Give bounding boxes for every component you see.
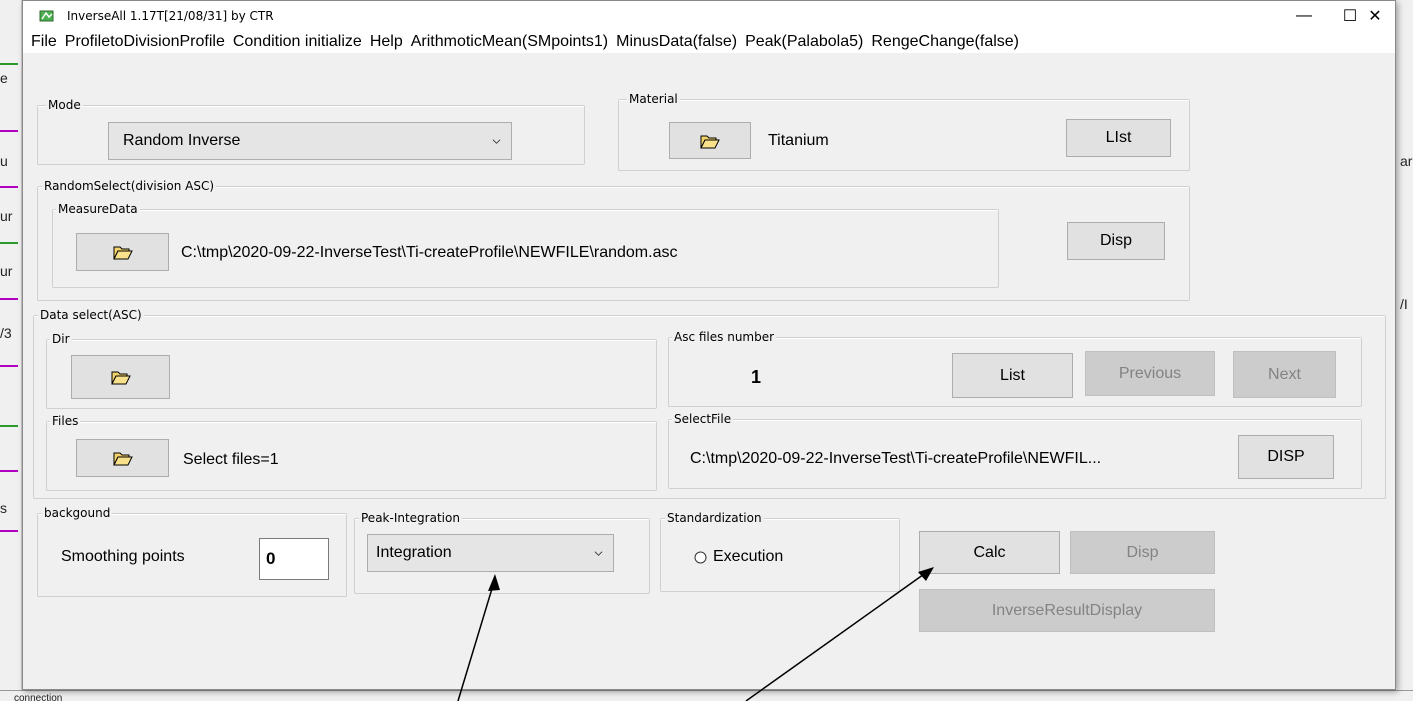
disp-label: Disp	[1126, 543, 1159, 561]
material-list-button[interactable]: LIst	[1066, 119, 1171, 157]
measure-data-legend: MeasureData	[56, 202, 140, 216]
execution-radio[interactable]: Execution	[694, 548, 783, 566]
material-open-button[interactable]	[669, 122, 751, 159]
measure-data-path: C:\tmp\2020-09-22-InverseTest\Ti-createP…	[181, 244, 678, 261]
paint-icon	[39, 10, 54, 22]
background-text: connection	[14, 693, 63, 704]
chevron-down-icon	[594, 551, 603, 556]
background-text: ur	[0, 263, 13, 279]
menu-item-range-change[interactable]: RengeChange(false)	[867, 33, 1023, 51]
files-legend: Files	[50, 414, 81, 428]
folder-open-icon	[112, 452, 133, 466]
mode-legend: Mode	[46, 98, 83, 112]
background-line	[0, 242, 18, 244]
disp-button[interactable]: Disp	[1070, 531, 1215, 574]
peak-integration-value: Integration	[376, 544, 452, 561]
asc-files-legend: Asc files number	[672, 330, 777, 344]
background-line	[0, 470, 18, 472]
background-text: ur	[0, 208, 13, 224]
mode-select[interactable]: Random Inverse	[108, 122, 512, 160]
calc-button[interactable]: Calc	[919, 531, 1060, 574]
smoothing-points-label: Smoothing points	[61, 548, 185, 565]
files-open-button[interactable]	[76, 439, 169, 477]
background-bottom-strip	[0, 690, 1413, 701]
asc-list-label: List	[1000, 366, 1025, 384]
menu-item-minus-data[interactable]: MinusData(false)	[612, 33, 741, 51]
select-file-disp-label: DISP	[1267, 448, 1305, 465]
menu-bar: File ProfiletoDivisionProfile Condition …	[23, 31, 1395, 53]
window-title: InverseAll 1.17T[21/08/31] by CTR	[67, 9, 274, 23]
menu-item-condition-initialize[interactable]: Condition initialize	[229, 33, 366, 51]
peak-integration-legend: Peak-Integration	[359, 511, 462, 525]
background-text: ar	[1400, 153, 1413, 169]
menu-item-arithmetic-mean[interactable]: ArithmoticMean(SMpoints1)	[407, 33, 612, 51]
dir-legend: Dir	[50, 332, 72, 346]
select-file-legend: SelectFile	[672, 412, 734, 426]
standardization-legend: Standardization	[665, 511, 764, 525]
chevron-down-icon	[492, 139, 501, 144]
random-disp-button[interactable]: Disp	[1067, 222, 1165, 260]
background-line	[0, 186, 18, 188]
material-list-label: LIst	[1105, 129, 1132, 146]
calc-label: Calc	[973, 543, 1006, 561]
measure-data-open-button[interactable]	[76, 233, 169, 271]
minimize-icon: —	[1296, 7, 1312, 24]
background-text: e	[0, 70, 8, 86]
folder-open-icon	[112, 246, 133, 260]
radio-icon	[694, 551, 707, 563]
previous-button[interactable]: Previous	[1085, 351, 1215, 396]
menu-item-profile-to-division[interactable]: ProfiletoDivisionProfile	[61, 33, 229, 51]
data-select-legend: Data select(ASC)	[38, 308, 144, 322]
inverse-result-display-label: InverseResultDisplay	[991, 601, 1143, 619]
files-count-text: Select files=1	[183, 451, 279, 468]
select-file-path: C:\tmp\2020-09-22-InverseTest\Ti-createP…	[690, 450, 1102, 467]
background-left-strip	[0, 0, 22, 701]
random-disp-label: Disp	[1099, 232, 1132, 249]
menu-item-peak[interactable]: Peak(Palabola5)	[741, 33, 867, 51]
close-button[interactable]: ✕	[1353, 1, 1397, 31]
background-text: s	[0, 500, 7, 516]
main-window: InverseAll 1.17T[21/08/31] by CTR — ☐ ✕ …	[22, 0, 1396, 690]
background-line	[0, 425, 18, 427]
random-select-legend: RandomSelect(division ASC)	[42, 179, 217, 193]
smoothing-points-input[interactable]: 0	[259, 538, 329, 580]
inverse-result-display-button[interactable]: InverseResultDisplay	[919, 589, 1215, 632]
minimize-button[interactable]: —	[1281, 1, 1327, 31]
execution-label: Execution	[713, 548, 784, 565]
background-right-strip	[1396, 0, 1413, 701]
background-legend: backgound	[42, 506, 113, 520]
background-line	[0, 298, 18, 300]
peak-integration-select[interactable]: Integration	[367, 534, 614, 572]
folder-open-icon	[110, 371, 131, 385]
background-line	[0, 365, 18, 367]
background-line	[0, 130, 18, 132]
folder-open-icon	[700, 135, 720, 148]
material-legend: Material	[627, 92, 680, 106]
mode-value: Random Inverse	[123, 132, 241, 149]
menu-item-file[interactable]: File	[27, 33, 61, 51]
title-bar[interactable]: InverseAll 1.17T[21/08/31] by CTR — ☐ ✕	[23, 1, 1395, 31]
previous-label: Previous	[1118, 364, 1182, 382]
menu-item-help[interactable]: Help	[366, 33, 407, 51]
dir-open-button[interactable]	[71, 355, 170, 399]
select-file-disp-button[interactable]: DISP	[1238, 435, 1334, 479]
next-button[interactable]: Next	[1233, 351, 1336, 398]
close-icon: ✕	[1368, 8, 1382, 25]
background-line	[0, 63, 18, 65]
asc-files-number: 1	[751, 367, 762, 387]
background-text: /I	[1400, 296, 1408, 312]
background-text: /3	[0, 325, 12, 341]
background-line	[0, 530, 18, 532]
background-text: u	[0, 153, 8, 169]
material-value: Titanium	[768, 132, 829, 149]
asc-list-button[interactable]: List	[952, 353, 1073, 398]
next-label: Next	[1268, 365, 1301, 383]
